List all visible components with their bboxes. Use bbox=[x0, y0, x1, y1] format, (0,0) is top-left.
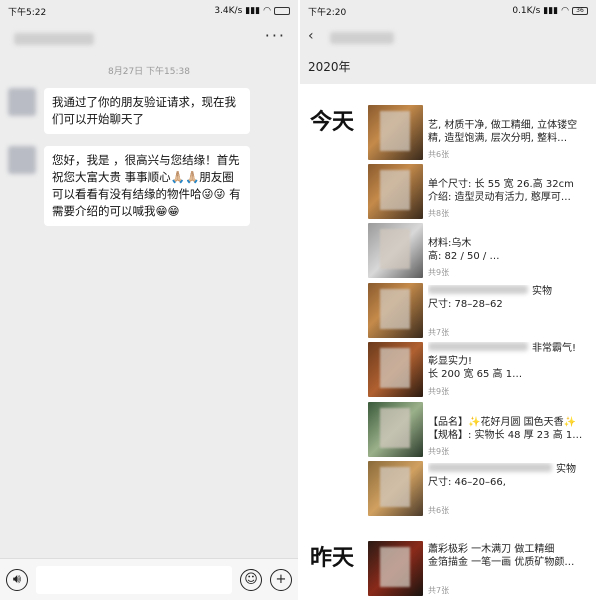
photo-count: 共9张 bbox=[428, 447, 450, 456]
voice-icon[interactable]: 🔊︎ bbox=[6, 568, 28, 591]
moments-panel: 下午2:20 0.1K/s ▮▮▮ ◠ 36 ‹ 2020年 今天 昨天 艺, … bbox=[300, 0, 596, 600]
post-text: 尺寸: 78–28–62 bbox=[428, 299, 503, 310]
moment-post[interactable]: 艺, 材质干净, 做工精细, 立体镂空 精, 造型饱满, 层次分明, 整料… 共6… bbox=[368, 105, 590, 163]
battery-icon bbox=[274, 7, 290, 15]
photo-count: 共6张 bbox=[428, 150, 450, 159]
moment-post[interactable]: 【品名】✨花好月圆 国色天香✨ 【规格】: 实物长 48 厚 23 高 1… 共9… bbox=[368, 402, 590, 460]
wifi-icon: ◠ bbox=[561, 6, 569, 16]
photo-count: 共7张 bbox=[428, 328, 450, 337]
post-text: 【品名】✨花好月圆 国色天香✨ bbox=[428, 417, 577, 428]
avatar[interactable] bbox=[8, 88, 36, 116]
wifi-icon: ◠ bbox=[263, 6, 271, 16]
message-input[interactable] bbox=[36, 565, 232, 594]
post-thumbnail[interactable] bbox=[368, 223, 423, 278]
signal-icon: ▮▮▮ bbox=[543, 6, 559, 16]
emoji-icon[interactable]: ☺ bbox=[240, 568, 262, 591]
post-thumbnail[interactable] bbox=[368, 461, 423, 516]
redacted-text bbox=[428, 463, 552, 472]
post-text: 【规格】: 实物长 48 厚 23 高 1… bbox=[428, 430, 583, 441]
photo-count: 共9张 bbox=[428, 387, 450, 396]
post-text: 艺, 材质干净, 做工精细, 立体镂空 bbox=[428, 120, 578, 131]
post-thumbnail[interactable] bbox=[368, 541, 423, 596]
day-label-yesterday: 昨天 bbox=[310, 546, 355, 571]
year-heading: 2020年 bbox=[300, 50, 596, 84]
network-speed: 3.4K/s bbox=[214, 6, 243, 16]
moment-post[interactable]: 单个尺寸: 长 55 宽 26.高 32cm 介绍: 造型灵动有活力, 憨厚可… … bbox=[368, 164, 590, 222]
status-time: 下午5:22 bbox=[8, 7, 47, 18]
status-time: 下午2:20 bbox=[308, 7, 347, 18]
chat-timestamp: 8月27日 下午15:38 bbox=[108, 67, 190, 77]
back-icon[interactable]: ‹ bbox=[308, 28, 314, 44]
photo-count: 共9张 bbox=[428, 268, 450, 277]
status-bar: 下午5:22 3.4K/s ▮▮▮ ◠ bbox=[0, 0, 298, 22]
post-text: 实物 bbox=[556, 464, 576, 475]
message-bubble: 您好，我是 ，很高兴与您结缘！首先祝您大富大贵 事事顺心🙏🏼🙏🏼朋友圈可以看看有… bbox=[44, 146, 250, 226]
post-thumbnail[interactable] bbox=[368, 283, 423, 338]
album-header: 下午2:20 0.1K/s ▮▮▮ ◠ 36 ‹ bbox=[300, 0, 596, 50]
plus-icon[interactable]: + bbox=[270, 568, 292, 591]
post-text: 长 200 宽 65 高 1… bbox=[428, 369, 523, 380]
photo-count: 共6张 bbox=[428, 506, 450, 515]
chat-header: ··· bbox=[0, 22, 298, 56]
battery-icon: 36 bbox=[572, 7, 588, 15]
post-text: 金箔描金 一笔一画 优质矿物颜… bbox=[428, 557, 575, 568]
signal-icon: ▮▮▮ bbox=[245, 6, 261, 16]
moment-post[interactable]: 非常霸气! 彰显实力! 长 200 宽 65 高 1… 共9张 bbox=[368, 342, 590, 400]
network-speed: 0.1K/s bbox=[512, 6, 541, 16]
moment-post[interactable]: 蕭彩极彩 一木满刀 做工精细金箔描金 一笔一画 优质矿物颜… 共7张 bbox=[368, 541, 590, 599]
post-thumbnail[interactable] bbox=[368, 342, 423, 397]
post-text: 材料:乌木 bbox=[428, 238, 472, 249]
post-text: 尺寸: 46–20–66, bbox=[428, 477, 506, 488]
message-row: 您好，我是 ，很高兴与您结缘！首先祝您大富大贵 事事顺心🙏🏼🙏🏼朋友圈可以看看有… bbox=[8, 146, 250, 226]
profile-name-redacted bbox=[330, 32, 394, 44]
redacted-text bbox=[428, 342, 528, 351]
moment-post[interactable]: 实物尺寸: 46–20–66, 共6张 bbox=[368, 461, 590, 519]
chat-input-bar: 🔊︎ ☺ + bbox=[0, 558, 298, 600]
post-text: 介绍: 造型灵动有活力, 憨厚可… bbox=[428, 192, 571, 203]
more-options-icon[interactable]: ··· bbox=[265, 26, 286, 45]
day-label-today: 今天 bbox=[310, 110, 355, 135]
avatar[interactable] bbox=[8, 146, 36, 174]
photo-count: 共7张 bbox=[428, 586, 450, 595]
moment-post[interactable]: 材料:乌木高: 82 / 50 / … 共9张 bbox=[368, 223, 590, 281]
moment-post[interactable]: 实物尺寸: 78–28–62 共7张 bbox=[368, 283, 590, 341]
post-text: 彰显实力! bbox=[428, 356, 473, 367]
chat-panel: 下午5:22 3.4K/s ▮▮▮ ◠ ··· 8月27日 下午15:38 我通… bbox=[0, 0, 298, 600]
post-thumbnail[interactable] bbox=[368, 402, 423, 457]
post-text: 蕭彩极彩 一木满刀 做工精细 bbox=[428, 544, 555, 555]
post-thumbnail[interactable] bbox=[368, 164, 423, 219]
photo-count: 共8张 bbox=[428, 209, 450, 218]
contact-name-redacted bbox=[14, 33, 94, 45]
message-bubble: 我通过了你的朋友验证请求，现在我们可以开始聊天了 bbox=[44, 88, 250, 134]
post-text: 高: 82 / 50 / … bbox=[428, 251, 500, 262]
post-text: 精, 造型饱满, 层次分明, 整料… bbox=[428, 133, 568, 144]
message-row: 我通过了你的朋友验证请求，现在我们可以开始聊天了 bbox=[8, 88, 250, 134]
post-text: 实物 bbox=[532, 286, 552, 297]
post-text: 非常霸气! bbox=[532, 343, 577, 354]
status-bar: 下午2:20 0.1K/s ▮▮▮ ◠ 36 bbox=[300, 0, 596, 22]
redacted-text bbox=[428, 285, 528, 294]
post-text: 单个尺寸: 长 55 宽 26.高 32cm bbox=[428, 179, 574, 190]
post-thumbnail[interactable] bbox=[368, 105, 423, 160]
